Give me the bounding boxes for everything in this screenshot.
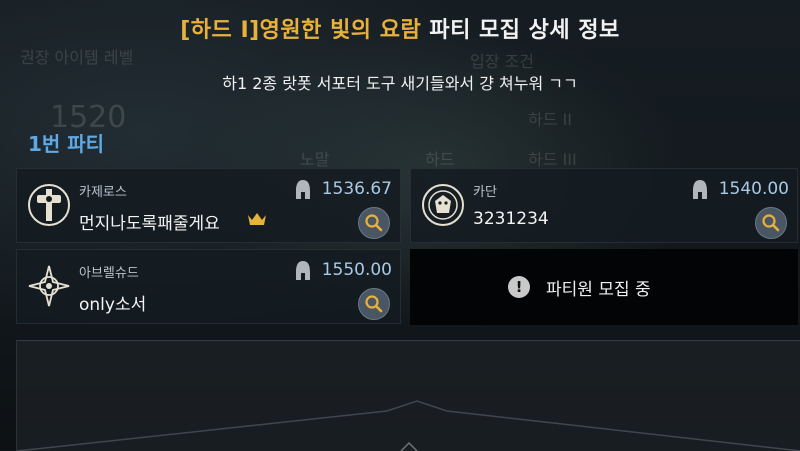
helmet-icon (693, 180, 707, 199)
inspect-button[interactable] (358, 207, 390, 239)
item-level: 1536.67 (321, 179, 392, 199)
item-level: 1550.00 (321, 260, 392, 280)
paladin-class-icon (28, 184, 70, 226)
page-title: [하드 I]영원한 빛의 요람 파티 모집 상세 정보 (0, 12, 800, 44)
title-suffix: 파티 모집 상세 정보 (421, 18, 620, 43)
party-member-slot-2[interactable]: 카단 3231234 1540.00 (410, 168, 798, 243)
inspect-button[interactable] (358, 288, 390, 320)
bg-right-b: 하드 III (528, 150, 577, 169)
raid-name: [하드 I]영원한 빛의 요람 (180, 18, 422, 43)
frame-ornament-icon (17, 400, 800, 451)
bg-right-top: 입장 조건 (470, 52, 534, 71)
recruiting-text: 파티원 모집 중 (546, 280, 651, 300)
inspect-button[interactable] (755, 207, 787, 239)
search-icon (365, 214, 383, 232)
party-label: 1번 파티 (28, 132, 105, 156)
member-name: 3231234 (473, 209, 549, 229)
slayer-class-icon (422, 184, 464, 226)
lower-panel (16, 340, 800, 451)
party-description: 하1 2종 랏폿 서포터 도구 새기들와서 걍 쳐누워 ㄱㄱ (222, 74, 578, 93)
search-icon (365, 295, 383, 313)
bg-left-label: 권장 아이템 레벨 (20, 48, 134, 67)
party-member-slot-1[interactable]: 카제로스 먼지나도록패줄게요 1536.67 (16, 168, 401, 243)
search-icon (762, 214, 780, 232)
exclamation-icon: ! (508, 276, 530, 298)
member-name: only소서 (79, 295, 147, 315)
helmet-icon (296, 180, 310, 199)
crown-icon (248, 213, 266, 225)
bg-tab-hard: 하드 (425, 150, 455, 169)
bg-right-a: 하드 II (528, 110, 572, 129)
helmet-icon (296, 261, 310, 280)
sorceress-class-icon (28, 265, 70, 307)
party-member-slot-3[interactable]: 아브렐슈드 only소서 1550.00 (16, 249, 401, 324)
member-name: 먼지나도록패줄게요 (79, 214, 220, 234)
recruiting-slot[interactable]: ! 파티원 모집 중 (410, 249, 798, 325)
item-level: 1540.00 (718, 179, 789, 199)
bg-tab-normal: 노말 (300, 150, 330, 169)
member-class: 카단 (473, 185, 497, 200)
member-class: 아브렐슈드 (79, 266, 139, 281)
member-class: 카제로스 (79, 185, 127, 200)
